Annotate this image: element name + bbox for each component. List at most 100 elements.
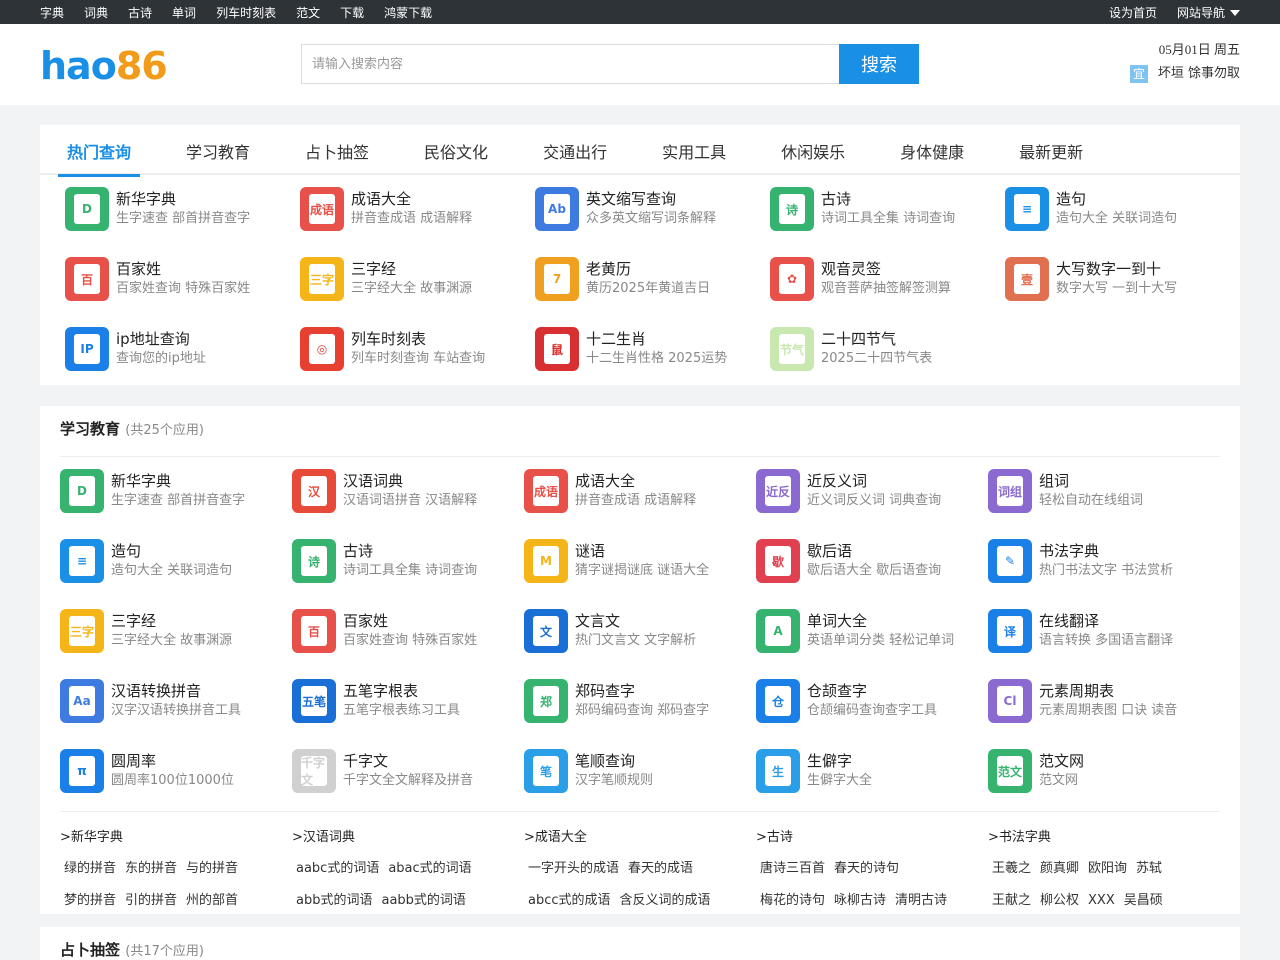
app-card[interactable]: D 新华字典 生字速查 部首拼音查字: [60, 469, 292, 513]
app-card[interactable]: 7 老黄历 黄历2025年黄道吉日: [535, 257, 770, 301]
app-title[interactable]: 造句: [111, 541, 232, 561]
app-card[interactable]: 歇歇后语 歇后语大全 歇后语查询: [756, 539, 988, 583]
app-card[interactable]: 诗古诗 诗词工具全集 诗词查询: [770, 187, 1005, 231]
top-nav-link[interactable]: 鸿蒙下载: [384, 4, 432, 21]
app-card[interactable]: 壹大写数字一到十 数字大写 一到十大写: [1005, 257, 1240, 301]
app-card[interactable]: π 圆周率 圆周率100位1000位: [60, 749, 292, 793]
category-tab[interactable]: 最新更新: [1010, 125, 1092, 175]
quick-link[interactable]: 颜真卿: [1040, 861, 1079, 876]
app-card[interactable]: 笔笔顺查询 汉字笔顺规则: [524, 749, 756, 793]
app-card[interactable]: ≡ 造句 造句大全 关联词造句: [1005, 187, 1240, 231]
quick-link[interactable]: 吴昌硕: [1124, 893, 1163, 908]
quick-link[interactable]: 与的拼音: [186, 861, 238, 876]
category-tab[interactable]: 交通出行: [534, 125, 616, 175]
quick-link[interactable]: 柳公权: [1040, 893, 1079, 908]
quick-link-heading[interactable]: >书法字典: [988, 826, 1220, 845]
app-card[interactable]: 千字文 千字文 千字文全文解释及拼音: [292, 749, 524, 793]
app-title[interactable]: 百家姓: [116, 259, 250, 279]
quick-link[interactable]: 欧阳询: [1088, 861, 1127, 876]
quick-link[interactable]: abcc式的成语: [528, 893, 611, 908]
app-card[interactable]: 百百家姓 百家姓查询 特殊百家姓: [65, 257, 300, 301]
app-title[interactable]: 汉语转换拼音: [111, 681, 241, 701]
top-nav-link[interactable]: 下载: [340, 4, 364, 21]
app-card[interactable]: ✿ 观音灵签 观音菩萨抽签解签测算: [770, 257, 1005, 301]
quick-link-heading[interactable]: >古诗: [756, 826, 988, 845]
set-homepage-link[interactable]: 设为首页: [1109, 4, 1157, 21]
category-tab[interactable]: 实用工具: [653, 125, 735, 175]
search-input[interactable]: [301, 44, 839, 84]
category-tab[interactable]: 占卜抽签: [296, 125, 378, 175]
quick-link[interactable]: 春天的诗句: [834, 861, 899, 876]
app-card[interactable]: 百百家姓 百家姓查询 特殊百家姓: [292, 609, 524, 653]
quick-link-heading[interactable]: >汉语词典: [292, 826, 524, 845]
quick-link[interactable]: 一字开头的成语: [528, 861, 619, 876]
app-card[interactable]: 词组 组词 轻松自动在线组词: [988, 469, 1220, 513]
app-card[interactable]: 五笔 五笔字根表 五笔字根表练习工具: [292, 679, 524, 723]
app-title[interactable]: 汉语词典: [343, 471, 477, 491]
app-card[interactable]: 文文言文 热门文言文 文字解析: [524, 609, 756, 653]
category-tab[interactable]: 热门查询: [58, 125, 141, 177]
app-title[interactable]: 范文网: [1039, 751, 1084, 771]
app-card[interactable]: 鼠十二生肖 十二生肖性格 2025运势: [535, 327, 770, 371]
app-title[interactable]: 老黄历: [586, 259, 710, 279]
quick-link[interactable]: abb式的词语: [296, 893, 372, 908]
app-card[interactable]: 仓仓颉查字 仓颉编码查询查字工具: [756, 679, 988, 723]
app-card[interactable]: 郑郑码查字 郑码编码查询 郑码查字: [524, 679, 756, 723]
top-nav-link[interactable]: 单词: [172, 4, 196, 21]
quick-link[interactable]: 含反义词的成语: [620, 893, 711, 908]
category-tab[interactable]: 民俗文化: [415, 125, 497, 175]
app-title[interactable]: 三字经: [111, 611, 232, 631]
app-title[interactable]: 五笔字根表: [343, 681, 460, 701]
app-card[interactable]: 节气 二十四节气 2025二十四节气表: [770, 327, 1005, 371]
app-title[interactable]: ip地址查询: [116, 329, 206, 349]
quick-link[interactable]: 州的部首: [186, 893, 238, 908]
quick-link[interactable]: 苏轼: [1136, 861, 1162, 876]
quick-link[interactable]: 王献之: [992, 893, 1031, 908]
app-title[interactable]: 郑码查字: [575, 681, 709, 701]
app-card[interactable]: 成语 成语大全 拼音查成语 成语解释: [524, 469, 756, 513]
app-title[interactable]: 观音灵签: [821, 259, 951, 279]
app-title[interactable]: 百家姓: [343, 611, 477, 631]
app-card[interactable]: Ab 英文缩写查询 众多英文缩写词条解释: [535, 187, 770, 231]
app-card[interactable]: 范文 范文网 范文网: [988, 749, 1220, 793]
app-card[interactable]: Aa 汉语转换拼音 汉字汉语转换拼音工具: [60, 679, 292, 723]
app-title[interactable]: 二十四节气: [821, 329, 932, 349]
quick-link[interactable]: 梅花的诗句: [760, 893, 825, 908]
app-title[interactable]: 谜语: [575, 541, 709, 561]
top-nav-link[interactable]: 词典: [84, 4, 108, 21]
app-card[interactable]: ≡ 造句 造句大全 关联词造句: [60, 539, 292, 583]
top-nav-link[interactable]: 古诗: [128, 4, 152, 21]
app-title[interactable]: 三字经: [351, 259, 472, 279]
app-title[interactable]: 新华字典: [116, 189, 250, 209]
site-nav-link[interactable]: 网站导航: [1177, 4, 1240, 21]
app-card[interactable]: 三字 三字经 三字经大全 故事渊源: [300, 257, 535, 301]
app-title[interactable]: 圆周率: [111, 751, 234, 771]
app-card[interactable]: D 新华字典 生字速查 部首拼音查字: [65, 187, 300, 231]
quick-link-heading[interactable]: >成语大全: [524, 826, 756, 845]
app-card[interactable]: 译在线翻译 语言转换 多国语言翻译: [988, 609, 1220, 653]
app-title[interactable]: 千字文: [343, 751, 473, 771]
top-nav-link[interactable]: 字典: [40, 4, 64, 21]
app-title[interactable]: 仓颉查字: [807, 681, 937, 701]
almanac-yi[interactable]: 宜 坏垣 馀事勿取: [1130, 65, 1240, 83]
app-card[interactable]: 近反 近反义词 近义词反义词 词典查询: [756, 469, 988, 513]
app-title[interactable]: 生僻字: [807, 751, 872, 771]
app-title[interactable]: 近反义词: [807, 471, 941, 491]
category-tab[interactable]: 休闲娱乐: [772, 125, 854, 175]
app-title[interactable]: 歇后语: [807, 541, 941, 561]
quick-link[interactable]: 引的拼音: [125, 893, 177, 908]
app-title[interactable]: 书法字典: [1039, 541, 1173, 561]
app-card[interactable]: 汉汉语词典 汉语词语拼音 汉语解释: [292, 469, 524, 513]
app-card[interactable]: 成语 成语大全 拼音查成语 成语解释: [300, 187, 535, 231]
quick-link[interactable]: XXX: [1088, 893, 1115, 908]
app-title[interactable]: 组词: [1039, 471, 1143, 491]
section-title-text[interactable]: 占卜抽签: [60, 941, 120, 959]
app-card[interactable]: ✎ 书法字典 热门书法文字 书法赏析: [988, 539, 1220, 583]
app-title[interactable]: 造句: [1056, 189, 1177, 209]
logo[interactable]: hao86: [40, 44, 168, 88]
app-card[interactable]: ◎ 列车时刻表 列车时刻查询 车站查询: [300, 327, 535, 371]
app-title[interactable]: 新华字典: [111, 471, 245, 491]
app-card[interactable]: 生生僻字 生僻字大全: [756, 749, 988, 793]
app-title[interactable]: 列车时刻表: [351, 329, 485, 349]
app-title[interactable]: 成语大全: [351, 189, 472, 209]
